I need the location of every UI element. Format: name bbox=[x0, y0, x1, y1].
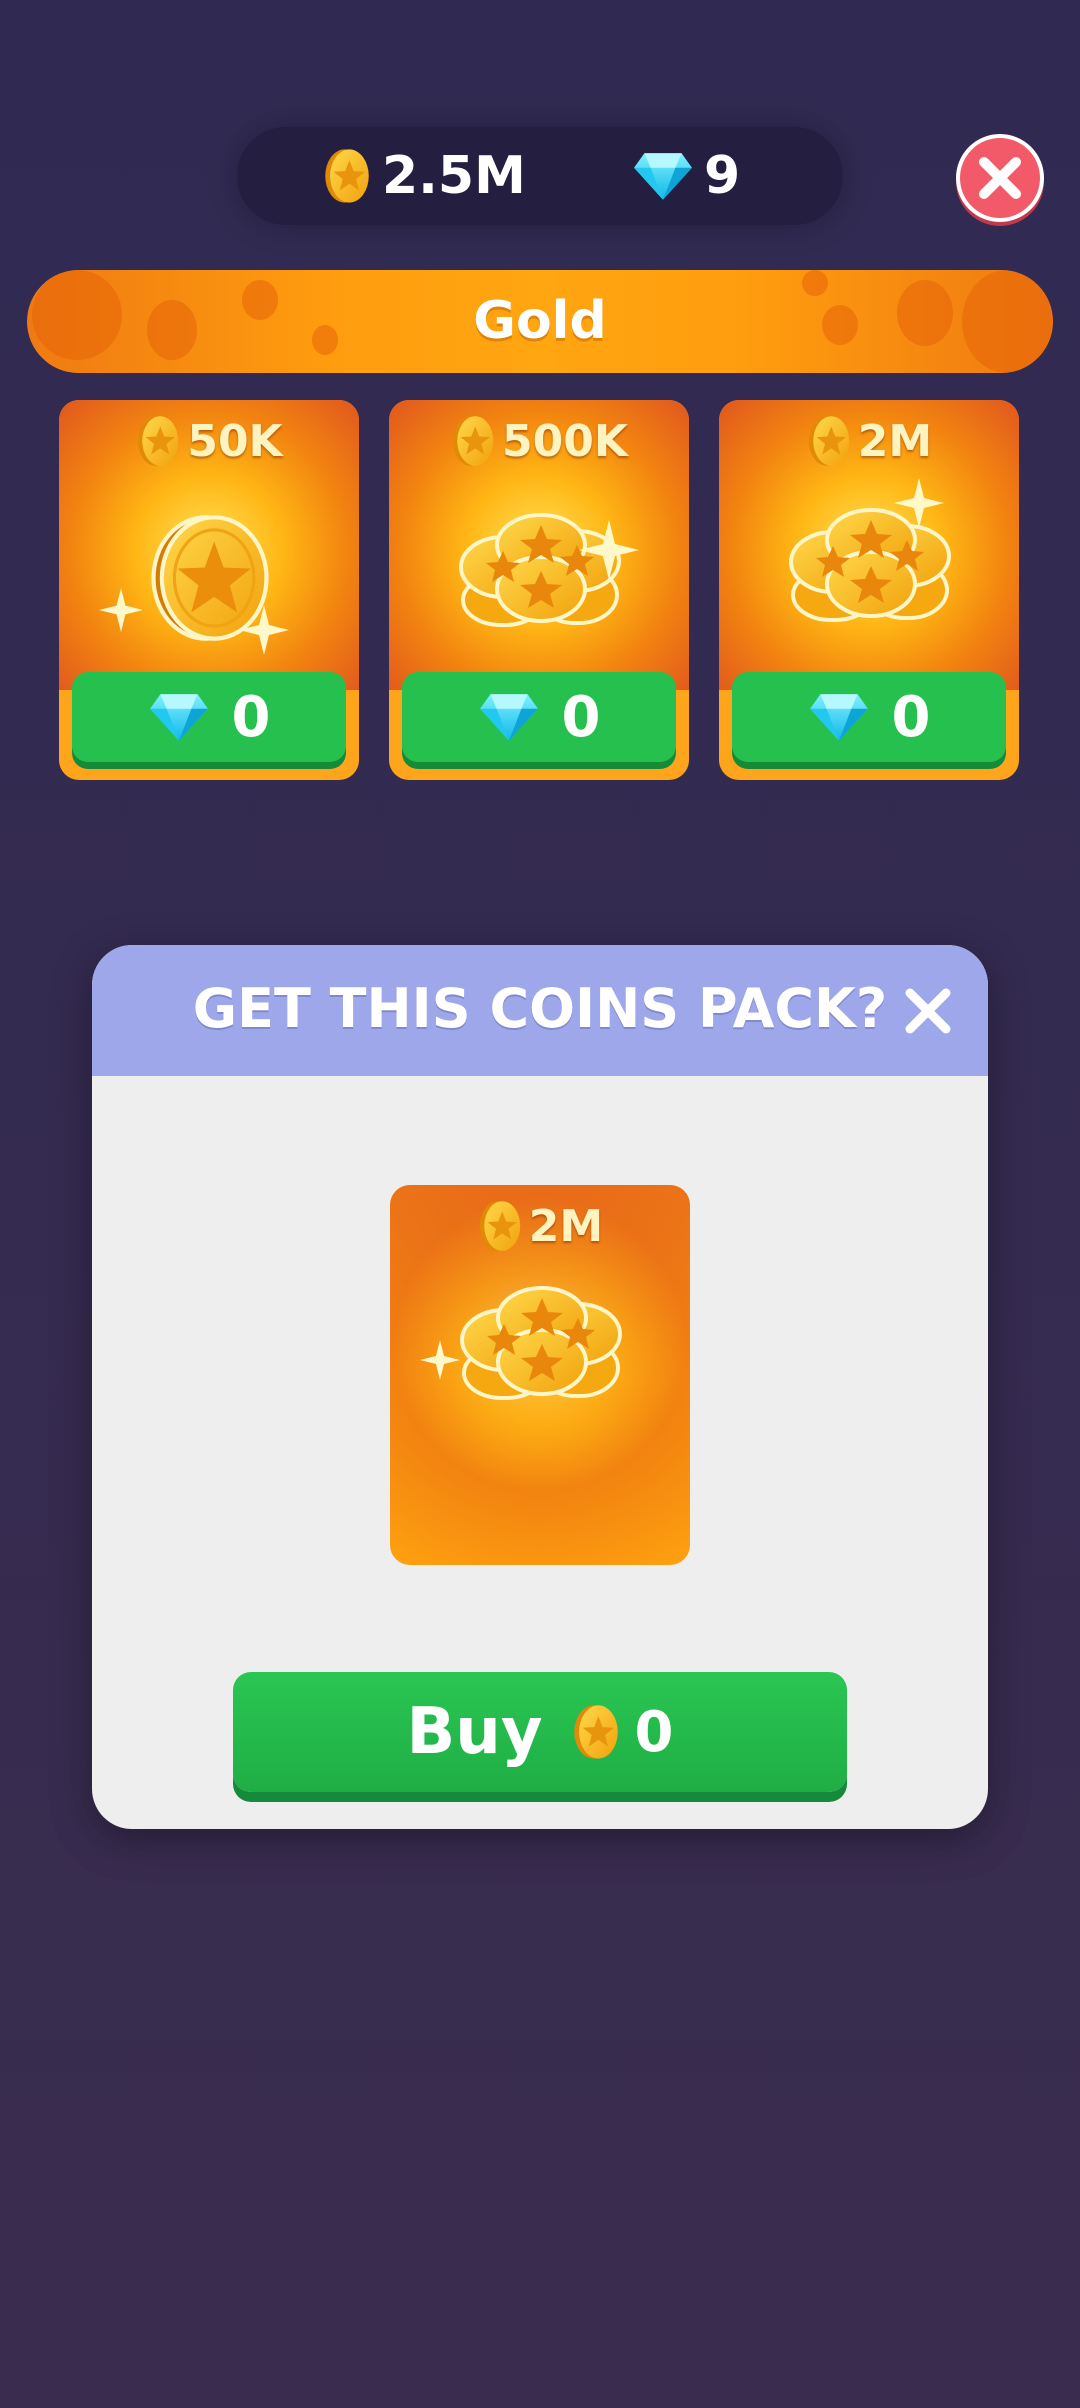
coin-balance: 2.5M bbox=[322, 127, 526, 225]
pack-amount: 50K bbox=[59, 414, 359, 468]
close-icon bbox=[979, 157, 1021, 199]
coin-icon bbox=[135, 414, 181, 468]
pack-amount: 2M bbox=[719, 414, 1019, 468]
coin-icon bbox=[571, 1703, 621, 1761]
sparkle-icon bbox=[239, 605, 289, 655]
sparkle-icon bbox=[99, 588, 143, 632]
coin-icon bbox=[450, 414, 496, 468]
banner-title: Gold bbox=[473, 291, 607, 351]
gem-icon bbox=[632, 149, 694, 203]
sparkle-icon bbox=[579, 520, 639, 580]
pack-price-button[interactable]: 0 bbox=[402, 672, 676, 762]
coin-balance-value: 2.5M bbox=[382, 146, 526, 206]
sparkle-icon bbox=[894, 478, 944, 528]
gold-section-banner: Gold bbox=[27, 270, 1053, 373]
purchase-dialog: GET THIS COINS PACK? 2M Buy 0 bbox=[92, 945, 988, 1829]
buy-button-label: Buy bbox=[406, 1695, 543, 1769]
gem-balance-value: 9 bbox=[704, 146, 741, 206]
close-icon[interactable] bbox=[900, 983, 956, 1039]
pack-price-button[interactable]: 0 bbox=[72, 672, 346, 762]
gem-icon bbox=[808, 690, 870, 744]
pack-card-2m[interactable]: 2M 0 bbox=[719, 400, 1019, 780]
dialog-title: GET THIS COINS PACK? bbox=[192, 977, 888, 1040]
gem-icon bbox=[148, 690, 210, 744]
preview-amount: 2M bbox=[390, 1199, 690, 1253]
buy-button[interactable]: Buy 0 bbox=[233, 1672, 847, 1792]
coin-icon bbox=[322, 147, 372, 205]
coin-icon bbox=[477, 1199, 523, 1253]
pack-price-button[interactable]: 0 bbox=[732, 672, 1006, 762]
dialog-header: GET THIS COINS PACK? bbox=[92, 945, 988, 1076]
currency-bar: 2.5M 9 bbox=[237, 127, 843, 225]
buy-button-price: 0 bbox=[634, 1699, 674, 1765]
coin-stack-icon bbox=[450, 1273, 630, 1423]
sparkle-icon bbox=[420, 1340, 460, 1380]
gem-balance: 9 bbox=[632, 127, 740, 225]
pack-preview-card: 2M bbox=[390, 1185, 690, 1565]
coin-icon bbox=[806, 414, 852, 468]
shop-close-button[interactable] bbox=[956, 134, 1044, 222]
gem-icon bbox=[478, 690, 540, 744]
pack-card-50k[interactable]: 50K 0 bbox=[59, 400, 359, 780]
pack-amount: 500K bbox=[389, 414, 689, 468]
pack-card-500k[interactable]: 500K 0 bbox=[389, 400, 689, 780]
